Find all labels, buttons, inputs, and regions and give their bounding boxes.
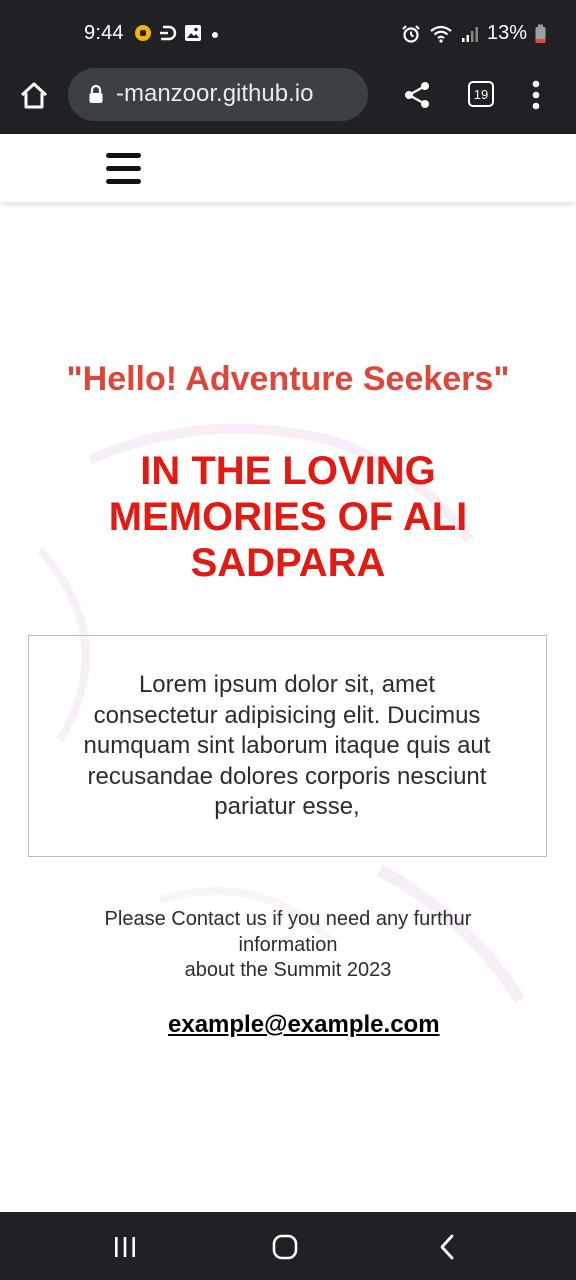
notification-icons	[134, 24, 222, 42]
intro-card: Lorem ipsum dolor sit, amet consectetur …	[28, 635, 547, 857]
recents-icon[interactable]	[112, 1236, 138, 1258]
coin-icon	[135, 25, 151, 41]
tagline: "Hello! Adventure Seekers"	[66, 360, 510, 398]
battery-icon	[535, 24, 546, 43]
contact-line-2: about the Summit 2023	[184, 959, 392, 981]
url-text: -manzoor.github.io	[116, 80, 314, 107]
hamburger-menu-icon[interactable]	[106, 153, 142, 185]
contact-text: Please Contact us if you need any furthu…	[80, 907, 496, 984]
tabs-button[interactable]: 19	[468, 81, 494, 107]
home-icon[interactable]	[18, 80, 50, 112]
signal-icon	[461, 26, 478, 42]
battery-percent: 13%	[486, 22, 527, 44]
browser-toolbar: -manzoor.github.io 19	[0, 68, 576, 134]
contact-line-1: Please Contact us if you need any furthu…	[104, 908, 472, 956]
system-icons: 13%	[401, 22, 546, 45]
back-icon[interactable]	[438, 1234, 456, 1260]
alarm-icon	[402, 24, 420, 43]
more-vert-icon[interactable]	[528, 78, 544, 112]
share-icon[interactable]	[402, 80, 432, 110]
nav-home-icon[interactable]	[272, 1234, 298, 1260]
wifi-icon	[430, 25, 452, 43]
intro-text: Lorem ipsum dolor sit, amet consectetur …	[83, 671, 491, 820]
address-bar[interactable]: -manzoor.github.io	[68, 68, 368, 121]
lock-icon	[89, 84, 103, 103]
status-time: 9:44	[84, 22, 124, 44]
tab-count: 19	[473, 86, 489, 102]
system-nav-bar	[0, 1212, 576, 1280]
status-bar: 9:44 13%	[0, 0, 576, 68]
dot-icon	[212, 32, 218, 38]
gallery-icon	[185, 25, 201, 41]
d-app-icon	[160, 25, 177, 41]
site-header	[0, 134, 576, 202]
page-headline: IN THE LOVING MEMORIES OF ALI SADPARA	[108, 449, 468, 585]
email-link[interactable]: example@example.com	[168, 1011, 440, 1039]
